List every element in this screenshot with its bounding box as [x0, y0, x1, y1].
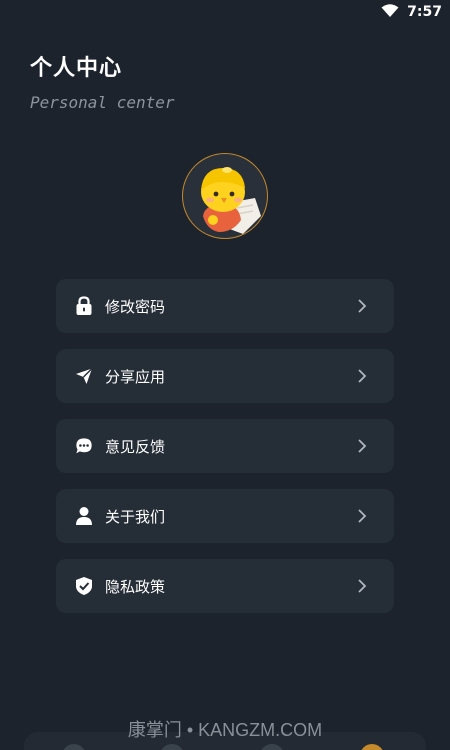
settings-menu: 修改密码 分享应用 意见反馈 关于我们 隐私政策 [56, 279, 394, 629]
chevron-right-icon [358, 369, 367, 383]
avatar[interactable] [182, 153, 268, 239]
lock-icon [75, 296, 93, 315]
menu-item-label: 意见反馈 [105, 437, 166, 456]
menu-item-privacy-policy[interactable]: 隐私政策 [56, 559, 394, 613]
chick-avatar-image [201, 167, 261, 234]
menu-item-label: 分享应用 [105, 367, 166, 386]
status-time: 7:57 [407, 4, 442, 20]
status-bar: 7:57 [0, 0, 450, 24]
personal-center-screen: 7:57 个人中心 Personal center 修改密码 分享应用 意见反馈… [0, 0, 450, 750]
page-subtitle: Personal center [30, 93, 175, 112]
nav-discover-icon[interactable] [160, 744, 184, 750]
shield-check-icon [75, 577, 93, 595]
user-icon [75, 507, 93, 525]
nav-messages-icon[interactable] [260, 744, 284, 750]
menu-item-feedback[interactable]: 意见反馈 [56, 419, 394, 473]
menu-item-about-us[interactable]: 关于我们 [56, 489, 394, 543]
send-icon [75, 367, 93, 385]
menu-item-label: 修改密码 [105, 297, 166, 316]
chevron-right-icon [358, 299, 367, 313]
watermark-text: 康掌门 • KANGZM.COM [127, 720, 323, 740]
chat-bubble-icon [75, 437, 93, 455]
chevron-right-icon [358, 439, 367, 453]
menu-item-change-password[interactable]: 修改密码 [56, 279, 394, 333]
wifi-icon [381, 3, 399, 22]
menu-item-label: 隐私政策 [105, 577, 166, 596]
menu-item-share-app[interactable]: 分享应用 [56, 349, 394, 403]
chevron-right-icon [358, 579, 367, 593]
menu-item-label: 关于我们 [105, 507, 166, 526]
nav-home-icon[interactable] [62, 744, 86, 750]
nav-profile-icon[interactable] [360, 744, 384, 750]
chevron-right-icon [358, 509, 367, 523]
page-title: 个人中心 [30, 56, 123, 81]
